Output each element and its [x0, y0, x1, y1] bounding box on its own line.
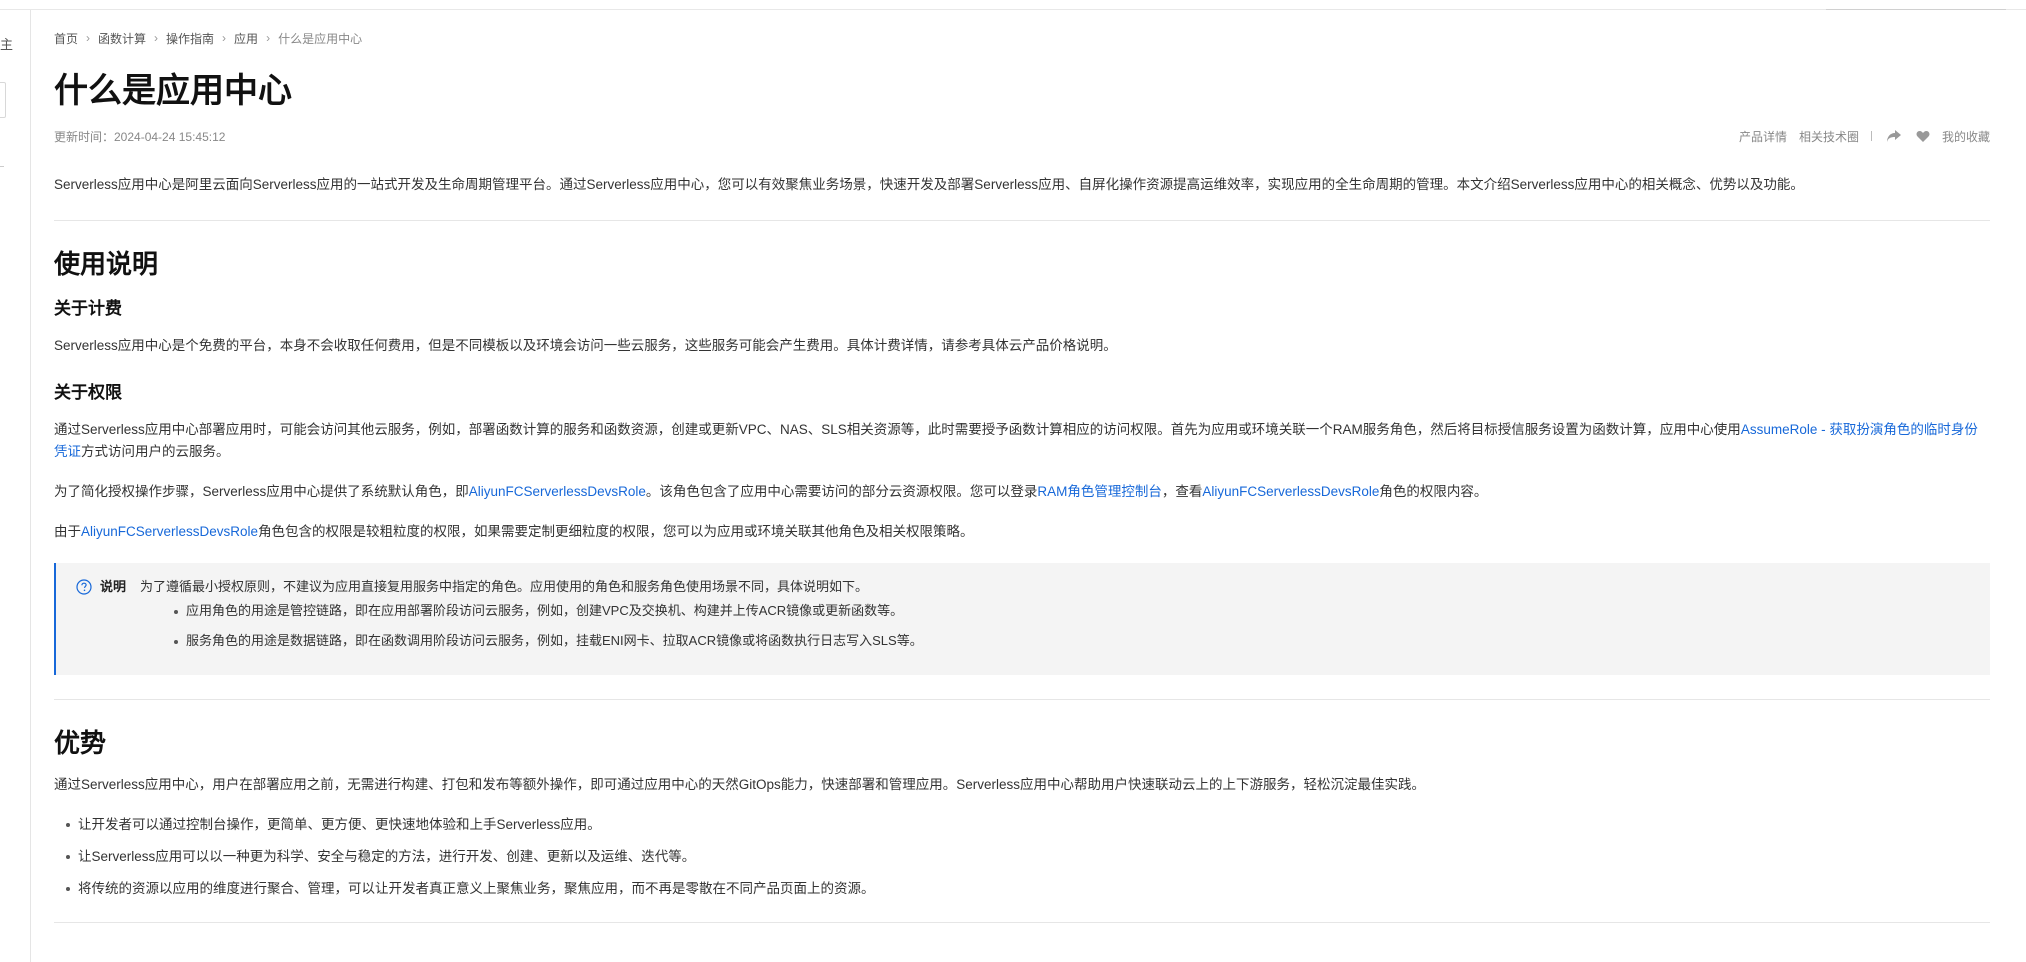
text: 角色的权限内容。	[1379, 484, 1488, 499]
role-link[interactable]: AliyunFCServerlessDevsRole	[81, 524, 258, 539]
breadcrumb-function-compute[interactable]: 函数计算	[98, 30, 146, 47]
text: 角色包含的权限是较粗粒度的权限，如果需要定制更细粒度的权限，您可以为应用或环境关…	[258, 524, 974, 539]
note-text: 为了遵循最小授权原则，不建议为应用直接复用服务中指定的角色。应用使用的角色和服务…	[140, 579, 869, 594]
question-circle-icon	[76, 579, 92, 595]
billing-heading: 关于计费	[54, 299, 122, 318]
meta-links: 产品详情 相关技术圈 我的收藏	[1727, 128, 1990, 145]
text: ，查看	[1161, 484, 1203, 499]
breadcrumb-home[interactable]: 首页	[54, 30, 78, 47]
note-label: 说明	[100, 579, 127, 594]
list-item: 让Serverless应用可以以一种更为科学、安全与稳定的方法，进行开发、创建、…	[66, 846, 1990, 868]
permissions-paragraph-2: 为了简化授权操作步骤，Serverless应用中心提供了系统默认角色，即Aliy…	[54, 481, 1990, 503]
top-divider-mark	[1826, 9, 2006, 10]
heart-icon[interactable]	[1916, 130, 1930, 143]
billing-paragraph: Serverless应用中心是个免费的平台，本身不会收取任何费用，但是不同模板以…	[54, 338, 1117, 353]
text: 为了简化授权操作步骤，Serverless应用中心提供了系统默认角色，即	[54, 484, 469, 499]
role-link[interactable]: AliyunFCServerlessDevsRole	[1202, 484, 1379, 499]
permissions-paragraph-3: 由于AliyunFCServerlessDevsRole角色包含的权限是较粗粒度…	[54, 521, 1990, 543]
chevron-right-icon: ›	[266, 31, 271, 45]
product-detail-link[interactable]: 产品详情	[1739, 128, 1787, 145]
breadcrumb: 首页 › 函数计算 › 操作指南 › 应用 › 什么是应用中心	[54, 28, 1990, 48]
breadcrumb-current: 什么是应用中心	[278, 31, 363, 46]
text: 通过Serverless应用中心部署应用时，可能会访问其他云服务，例如，部署函数…	[54, 422, 1741, 437]
left-sidebar-collapsed: 主	[0, 10, 31, 962]
update-time: 更新时间：2024-04-24 15:45:12	[54, 129, 226, 144]
permissions-heading: 关于权限	[54, 383, 122, 402]
sidebar-divider	[0, 166, 4, 167]
text: 方式访问用户的云服务。	[81, 444, 230, 459]
section-divider	[54, 922, 1990, 923]
main-content: 首页 › 函数计算 › 操作指南 › 应用 › 什么是应用中心 什么是应用中心 …	[54, 28, 1990, 923]
note-list: 应用角色的用途是管控链路，即在应用部署阶段访问云服务，例如，创建VPC及交换机、…	[76, 601, 1970, 651]
advantages-list: 让开发者可以通过控制台操作，更简单、更方便、更快速地体验和上手Serverles…	[54, 814, 1990, 900]
role-link[interactable]: AliyunFCServerlessDevsRole	[469, 484, 646, 499]
breadcrumb-applications[interactable]: 应用	[234, 30, 258, 47]
share-icon[interactable]	[1886, 129, 1902, 143]
my-favorites-link[interactable]: 我的收藏	[1942, 128, 1990, 145]
advantages-paragraph: 通过Serverless应用中心，用户在部署应用之前，无需进行构建、打包和发布等…	[54, 777, 1426, 792]
page-title: 什么是应用中心	[54, 72, 292, 110]
sidebar-label: 主	[0, 37, 14, 52]
intro-paragraph: Serverless应用中心是阿里云面向Serverless应用的一站式开发及生…	[54, 177, 1804, 192]
ram-console-link[interactable]: RAM角色管理控制台	[1037, 484, 1162, 499]
list-item: 应用角色的用途是管控链路，即在应用部署阶段访问云服务，例如，创建VPC及交换机、…	[174, 601, 1970, 621]
list-item: 将传统的资源以应用的维度进行聚合、管理，可以让开发者真正意义上聚焦业务，聚焦应用…	[66, 878, 1990, 900]
chevron-right-icon: ›	[154, 31, 159, 45]
sidebar-toggle[interactable]	[0, 82, 6, 118]
meta-divider	[1870, 131, 1872, 141]
permissions-paragraph-1: 通过Serverless应用中心部署应用时，可能会访问其他云服务，例如，部署函数…	[54, 419, 1990, 463]
note-callout: 说明 为了遵循最小授权原则，不建议为应用直接复用服务中指定的角色。应用使用的角色…	[54, 563, 1990, 675]
section-divider	[54, 699, 1990, 700]
chevron-right-icon: ›	[222, 31, 227, 45]
text: 。该角色包含了应用中心需要访问的部分云资源权限。您可以登录	[645, 484, 1038, 499]
top-divider	[0, 9, 2026, 10]
usage-heading: 使用说明	[54, 249, 159, 279]
list-item: 让开发者可以通过控制台操作，更简单、更方便、更快速地体验和上手Serverles…	[66, 814, 1990, 836]
related-circle-link[interactable]: 相关技术圈	[1799, 128, 1859, 145]
list-item: 服务角色的用途是数据链路，即在函数调用阶段访问云服务，例如，挂载ENI网卡、拉取…	[174, 631, 1970, 651]
text: 由于	[54, 524, 81, 539]
section-divider	[54, 220, 1990, 221]
breadcrumb-user-guide[interactable]: 操作指南	[166, 30, 214, 47]
note-head: 说明 为了遵循最小授权原则，不建议为应用直接复用服务中指定的角色。应用使用的角色…	[76, 577, 1970, 597]
meta-row: 更新时间：2024-04-24 15:45:12 产品详情 相关技术圈 我的收藏	[54, 126, 1990, 146]
advantages-heading: 优势	[54, 728, 107, 758]
chevron-right-icon: ›	[86, 31, 91, 45]
